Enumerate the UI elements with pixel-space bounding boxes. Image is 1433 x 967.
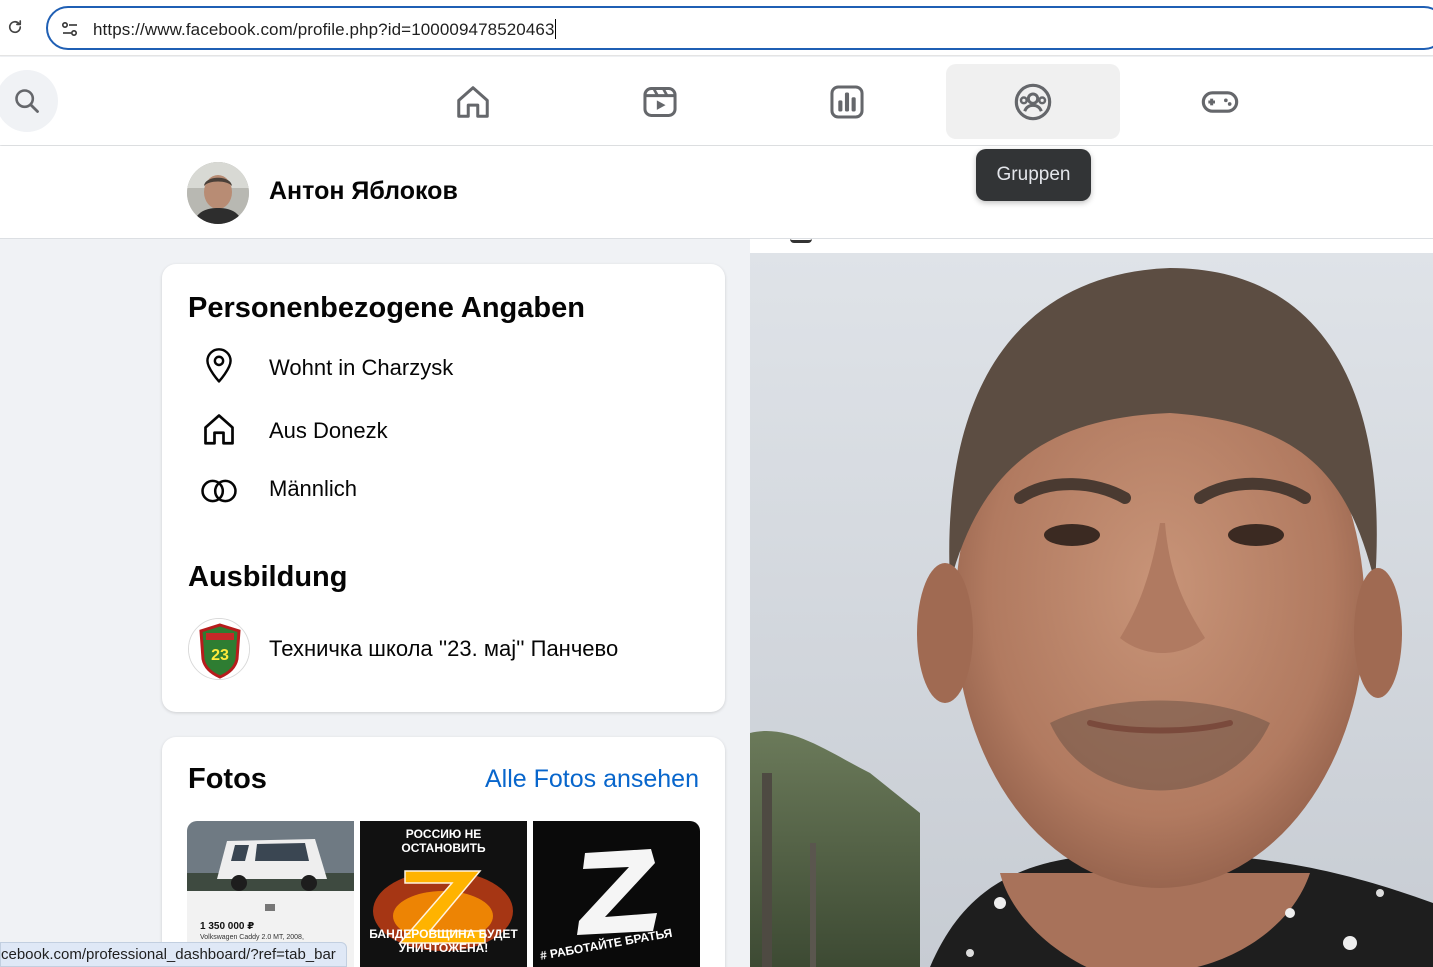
photos-title: Fotos — [188, 763, 267, 795]
reload-icon[interactable] — [4, 16, 26, 38]
photo-thumb-poster[interactable]: РОССИЮ НЕ ОСТАНОВИТЬ БАНДЕРОВЩИНА БУДЕТ … — [360, 821, 527, 967]
school-logo[interactable]: 23 — [188, 618, 250, 680]
profile-name[interactable]: Антон Яблоков — [269, 177, 458, 206]
profile-photo[interactable] — [750, 253, 1433, 967]
education-row: 23 Техничка школа ''23. мај'' Панчево — [188, 618, 698, 680]
gender-icon — [200, 472, 238, 510]
poster-bottom-text: БАНДЕРОВЩИНА БУДЕТ УНИЧТОЖЕНА! — [369, 927, 518, 955]
car-price: 1 350 000 ₽ — [200, 921, 255, 932]
tab-groups[interactable] — [946, 64, 1120, 139]
profile-header: Антон Яблоков — [0, 146, 1433, 239]
car-caption: Volkswagen Caddy 2.0 MT, 2008, — [200, 934, 304, 941]
url-text[interactable]: https://www.facebook.com/profile.php?id=… — [93, 19, 556, 40]
all-photos-link[interactable]: Alle Fotos ansehen — [485, 765, 699, 794]
search-icon — [15, 89, 39, 113]
info-row-residence: Wohnt in Charzysk — [188, 341, 698, 393]
photo-thumb-z[interactable]: # РАБОТАЙТЕ БРАТЬЯ — [533, 821, 700, 967]
school-name[interactable]: Техничка школа ''23. мај'' Панчево — [269, 636, 618, 662]
home-icon — [200, 410, 238, 448]
site-settings-icon[interactable] — [60, 19, 80, 39]
search-button[interactable] — [0, 70, 58, 132]
personal-info-card: Personenbezogene Angaben Wohnt in Charzy… — [162, 264, 725, 712]
text-caret — [554, 19, 556, 39]
groups-tooltip: Gruppen — [976, 149, 1091, 201]
home-icon — [457, 85, 489, 118]
residence-text[interactable]: Wohnt in Charzysk — [269, 355, 453, 381]
info-row-gender: Männlich — [188, 462, 698, 514]
location-pin-icon — [200, 347, 238, 385]
browser-toolbar: https://www.facebook.com/profile.php?id=… — [0, 0, 1433, 56]
video-icon — [643, 86, 677, 117]
poster-top-text: РОССИЮ НЕ ОСТАНОВИТЬ — [401, 827, 486, 855]
info-row-hometown: Aus Donezk — [188, 404, 698, 456]
education-title: Ausbildung — [188, 561, 348, 593]
personal-info-title: Personenbezogene Angaben — [188, 292, 585, 324]
status-bar-url: cebook.com/professional_dashboard/?ref=t… — [0, 942, 347, 967]
tab-home[interactable] — [386, 64, 560, 139]
tab-dashboard[interactable] — [760, 64, 934, 139]
groups-icon — [1014, 83, 1052, 120]
tab-video[interactable] — [573, 64, 747, 139]
gaming-icon — [1201, 90, 1239, 113]
photo-edge-mark — [790, 239, 812, 243]
chart-icon — [830, 84, 864, 119]
avatar[interactable] — [187, 162, 249, 224]
address-bar[interactable]: https://www.facebook.com/profile.php?id=… — [46, 6, 1433, 50]
school-logo-number: 23 — [211, 647, 229, 664]
photos-card: Fotos Alle Fotos ansehen 1 350 000 ₽ Vol… — [162, 737, 725, 967]
tab-gaming[interactable] — [1133, 64, 1307, 139]
hometown-text[interactable]: Aus Donezk — [269, 418, 388, 444]
facebook-top-nav — [0, 57, 1433, 145]
gender-text: Männlich — [269, 476, 358, 501]
